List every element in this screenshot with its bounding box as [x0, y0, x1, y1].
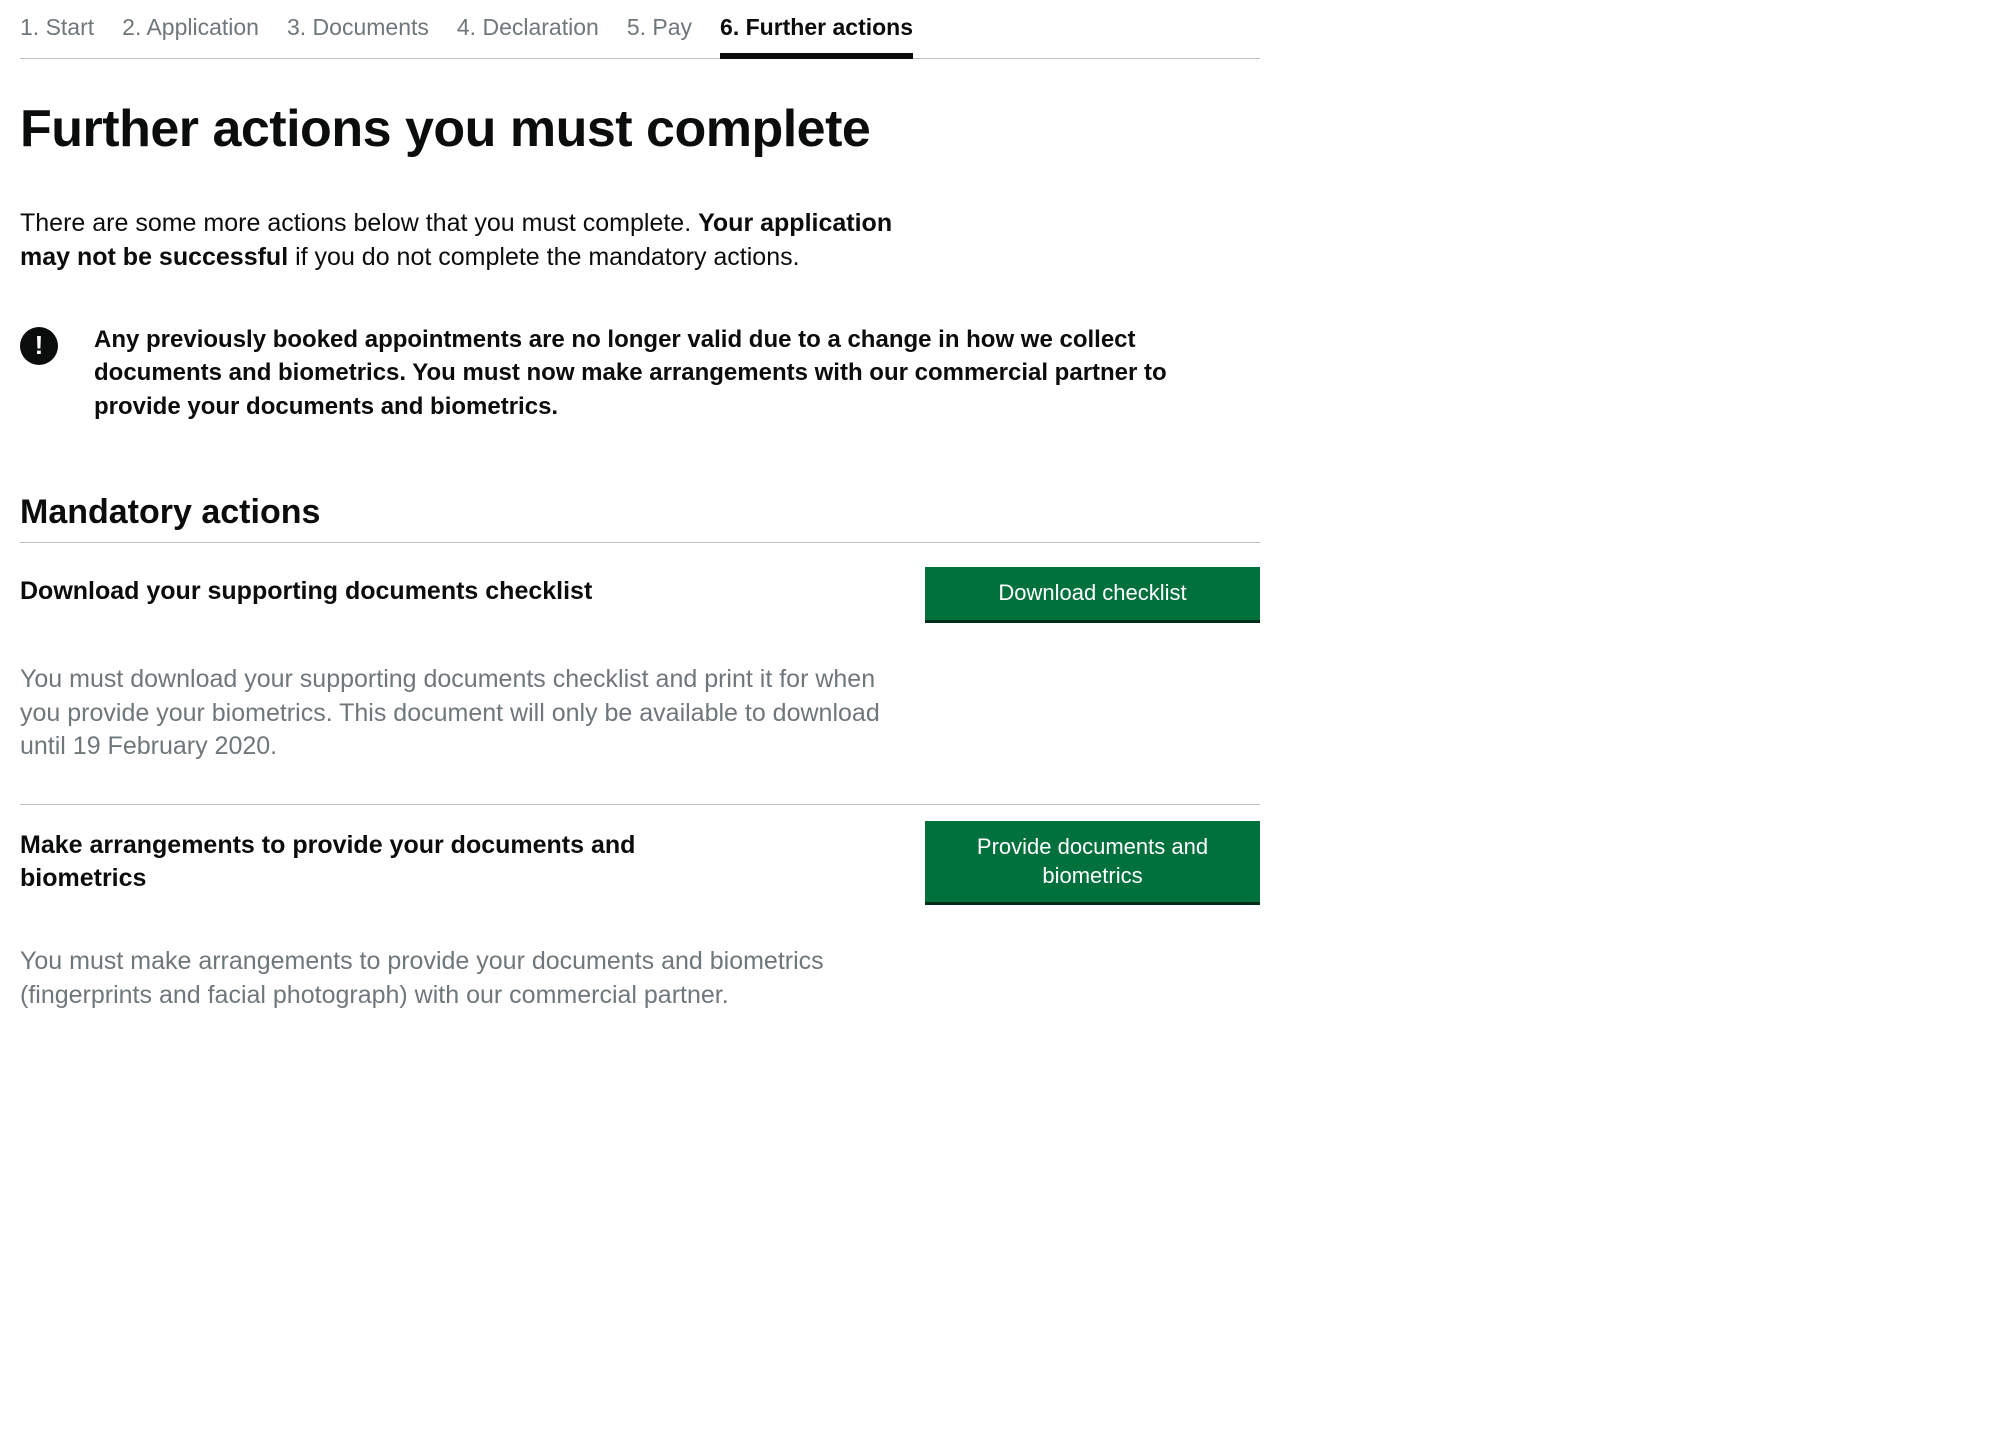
provide-documents-biometrics-button[interactable]: Provide documents and biometrics: [925, 821, 1260, 905]
warning-icon: !: [20, 327, 58, 365]
tab-start[interactable]: 1. Start: [20, 14, 94, 58]
mandatory-heading: Mandatory actions: [20, 493, 1260, 543]
tab-declaration[interactable]: 4. Declaration: [457, 14, 599, 58]
tab-pay[interactable]: 5. Pay: [627, 14, 692, 58]
action-body: You must download your supporting docume…: [20, 663, 890, 764]
tab-application[interactable]: 2. Application: [122, 14, 259, 58]
page-title: Further actions you must complete: [20, 99, 1260, 159]
warning-panel: ! Any previously booked appointments are…: [20, 323, 1220, 424]
action-provide-biometrics: Make arrangements to provide your docume…: [20, 805, 1260, 1053]
tab-further-actions[interactable]: 6. Further actions: [720, 14, 913, 59]
download-checklist-button[interactable]: Download checklist: [925, 567, 1260, 623]
action-download-checklist: Download your supporting documents check…: [20, 551, 1260, 805]
action-body: You must make arrangements to provide yo…: [20, 945, 890, 1013]
intro-leading: There are some more actions below that y…: [20, 209, 698, 237]
tab-documents[interactable]: 3. Documents: [287, 14, 429, 58]
intro-text: There are some more actions below that y…: [20, 207, 900, 275]
action-title: Download your supporting documents check…: [20, 567, 592, 608]
intro-trailing: if you do not complete the mandatory act…: [288, 243, 799, 271]
action-title: Make arrangements to provide your docume…: [20, 821, 760, 894]
warning-text: Any previously booked appointments are n…: [94, 323, 1220, 424]
progress-tabs: 1. Start 2. Application 3. Documents 4. …: [20, 0, 1260, 59]
